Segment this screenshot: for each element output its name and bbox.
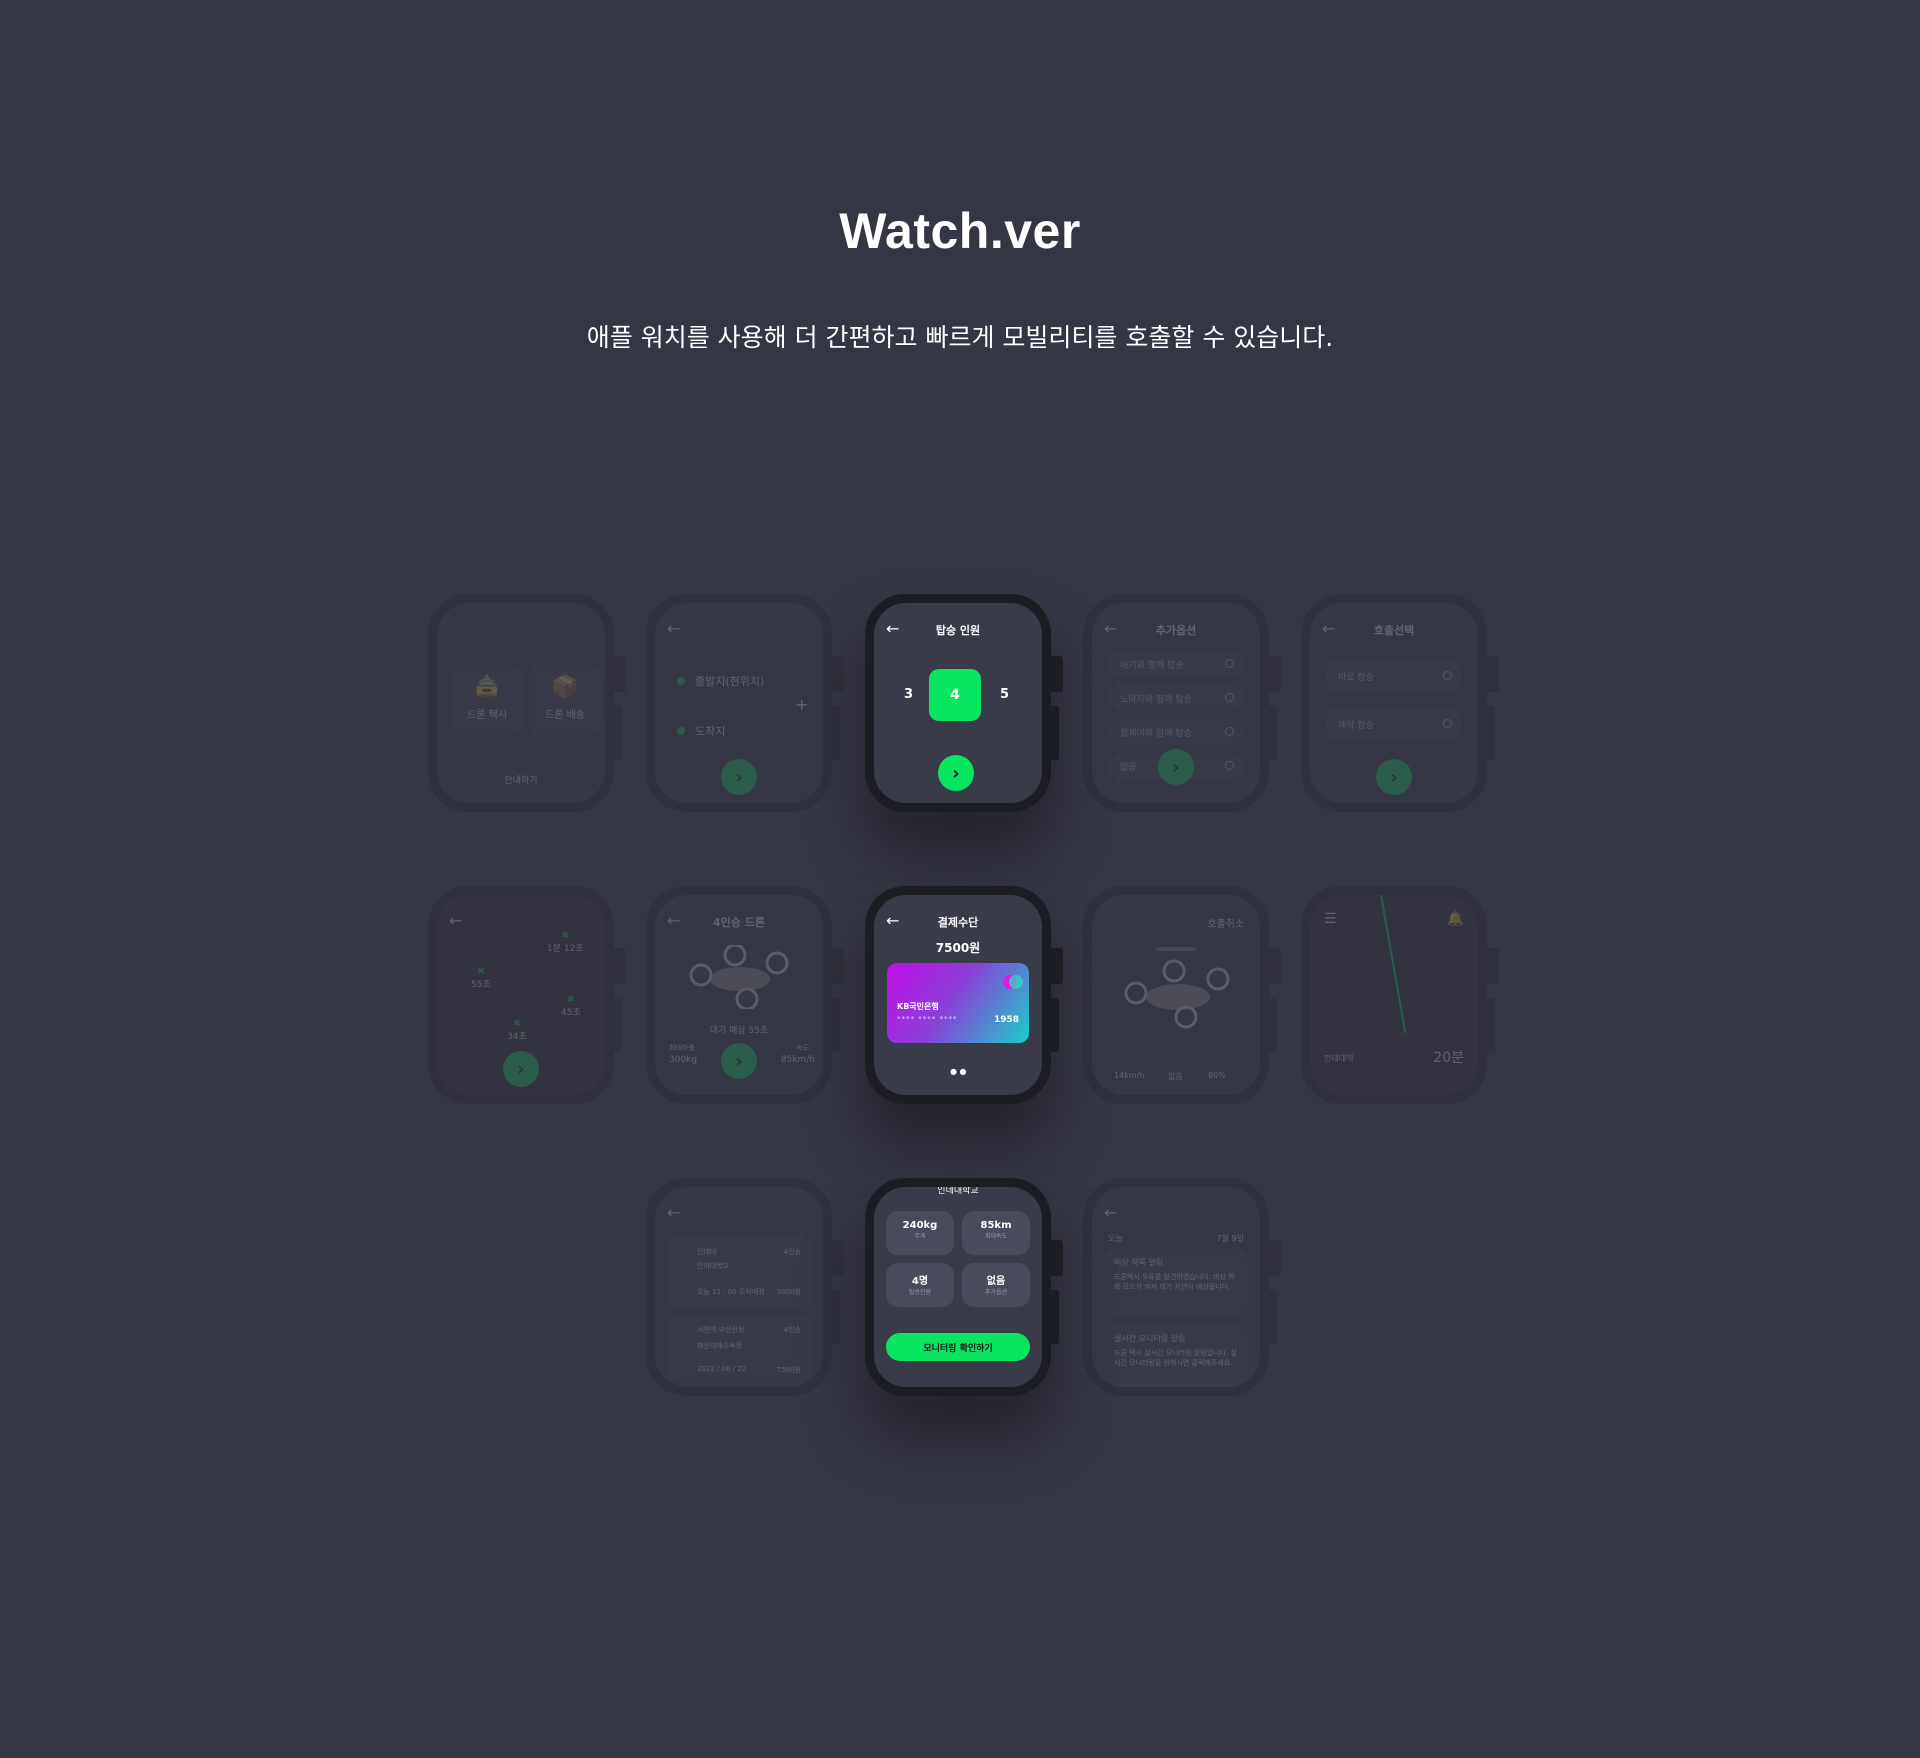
origin-field[interactable]: 출발지(현위치) (695, 673, 764, 689)
page-title: Watch.ver (839, 203, 1081, 259)
watch-cancel: 호출취소 14km/h 없음 80% (1083, 886, 1281, 1104)
back-arrow-icon[interactable]: ← (667, 619, 680, 638)
watch-tracking: ☰ 🔔 인데대역 20분 (1301, 886, 1499, 1104)
box-icon: 📦 (551, 675, 579, 700)
back-arrow-icon[interactable]: ← (449, 911, 462, 930)
stat-weight: 240kg 무게 (886, 1211, 954, 1255)
instant-ride-option[interactable]: 바로 탑승 (1326, 659, 1462, 693)
option-item[interactable]: 노약자와 함께 탑승 (1108, 685, 1244, 711)
drone-marker[interactable]: ✖ 1분 12초 (547, 931, 584, 954)
option-item[interactable]: 아기와 함께 탑승 (1108, 651, 1244, 677)
watch-payment: ← 결제수단 7500원 KB국민은행 **** **** **** 1958 … (865, 886, 1063, 1104)
passengers-title: 탑승 인원 (935, 624, 981, 637)
watch-alerts: ← 오늘 7월 9일 비상 착륙 알림 드론택시 오류를 발견하였습니다. 비상… (1083, 1178, 1281, 1396)
back-arrow-icon[interactable]: ← (667, 1203, 680, 1222)
destination-field[interactable]: 도착지 (695, 723, 725, 739)
history-card[interactable]: 서면역 부산진정 4인승 해운대해수욕장 2022 / 06 / 22 7500… (667, 1315, 811, 1383)
drone-image (689, 945, 789, 1009)
stat-passengers: 4명 탑승인원 (886, 1263, 954, 1307)
watch-history: ← 인데대 4인승 인하대학교 오늘 11 : 00 도착예정 5000원 서면… (646, 1178, 844, 1396)
next-button[interactable]: › (721, 1043, 757, 1079)
drone-marker[interactable]: ✖ 45초 (561, 995, 581, 1018)
route-line (1380, 895, 1407, 1034)
watch-options: ← 추가옵션 아기와 함께 탑승 노약자와 함께 탑승 휠체어와 함께 탑승 없… (1083, 594, 1281, 812)
option-item[interactable]: 휠체어와 함께 탑승 (1108, 719, 1244, 745)
payment-amount: 7500원 (935, 941, 981, 955)
guide-link[interactable]: 안내하기 (437, 773, 605, 786)
watch-map: ← ✖ 55초 ✖ 1분 12초 ✖ 45초 ✖ 34초 › (428, 886, 626, 1104)
cancel-call-link[interactable]: 호출취소 (1207, 915, 1244, 930)
drone-taxi-button[interactable]: 🚖 드론 택시 (451, 665, 523, 735)
next-button[interactable]: › (938, 755, 974, 791)
car-icon: 🚖 (473, 675, 501, 700)
passenger-option-3[interactable]: 3 (904, 687, 913, 702)
next-button[interactable]: › (1376, 759, 1412, 795)
list-icon[interactable]: ☰ (1324, 911, 1337, 927)
monitoring-header: 인데대학교 (937, 1187, 979, 1196)
add-icon[interactable]: + (795, 695, 808, 714)
card-last4: 1958 (993, 1015, 1019, 1025)
drone-image (1124, 959, 1230, 1029)
card-bank: KB국민은행 (897, 1002, 939, 1011)
drone-delivery-button[interactable]: 📦 드론 배송 (529, 665, 601, 735)
alert-card[interactable]: 비상 착륙 알림 드론택시 오류를 발견하였습니다. 비상 착륙 모드가 켜져 … (1104, 1249, 1248, 1317)
watch-drone-info: ← 4인승 드론 대기 예상 55초 최대하중 300kg 속도 85km/h … (646, 886, 844, 1104)
drone-marker[interactable]: ✖ 55초 (471, 967, 491, 990)
reserve-ride-option[interactable]: 예약 탑승 (1326, 707, 1462, 741)
passenger-option-selected[interactable]: 4 (929, 669, 981, 721)
watch-home: 🚖 드론 택시 📦 드론 배송 안내하기 (428, 594, 626, 812)
card-masked-number: **** **** **** (897, 1015, 958, 1023)
next-button[interactable]: › (503, 1051, 539, 1087)
eta: 20분 (1433, 1050, 1464, 1066)
passenger-option-5[interactable]: 5 (1000, 687, 1009, 702)
next-button[interactable]: › (1158, 749, 1194, 785)
page-indicator: ● ● (950, 1067, 967, 1076)
page-subtitle: 애플 워치를 사용해 더 간편하고 빠르게 모빌리티를 호출할 수 있습니다. (586, 323, 1334, 352)
monitoring-button[interactable]: 모니터링 확인하기 (886, 1333, 1030, 1361)
watch-route: ← 출발지(현위치) + 도착지 › (646, 594, 844, 812)
next-button[interactable]: › (721, 759, 757, 795)
watch-call-select: ← 호출선택 바로 탑승 예약 탑승 › (1301, 594, 1499, 812)
payment-card[interactable]: KB국민은행 **** **** **** 1958 (887, 963, 1029, 1043)
history-card[interactable]: 인데대 4인승 인하대학교 오늘 11 : 00 도착예정 5000원 (667, 1237, 811, 1307)
stat-options: 없음 추가옵션 (962, 1263, 1030, 1307)
back-arrow-icon[interactable]: ← (1104, 1203, 1117, 1222)
drone-marker[interactable]: ✖ 34초 (507, 1019, 527, 1042)
watch-passengers: ← 탑승 인원 3 4 5 › (865, 594, 1063, 812)
stat-speed: 85km 최대속도 (962, 1211, 1030, 1255)
alert-card[interactable]: 실시간 모니터링 알림 드론 택시 실시간 모니터링 알림입니다. 실시간 모니… (1104, 1325, 1248, 1387)
payment-title: 결제수단 (937, 916, 979, 929)
bell-icon[interactable]: 🔔 (1447, 911, 1464, 927)
watch-monitoring: 인데대학교 240kg 무게 85km 최대속도 4명 탑승인원 없음 추가옵션… (865, 1178, 1063, 1396)
